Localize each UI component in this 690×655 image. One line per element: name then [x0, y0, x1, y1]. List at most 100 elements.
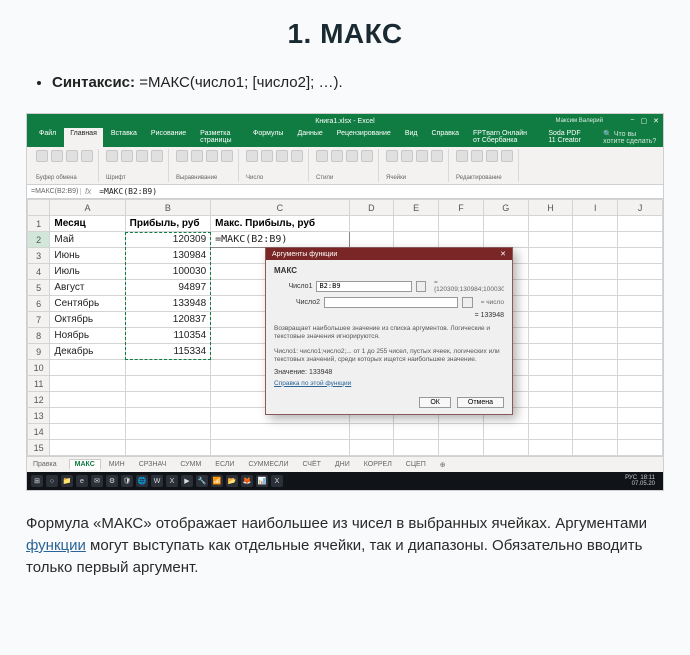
cell[interactable]	[439, 424, 484, 440]
ribbon-button[interactable]	[386, 150, 398, 162]
row-header[interactable]: 10	[28, 360, 50, 376]
cell[interactable]	[349, 216, 394, 232]
cell[interactable]	[528, 216, 573, 232]
row-header[interactable]: 8	[28, 328, 50, 344]
row-header[interactable]: 11	[28, 376, 50, 392]
row-header[interactable]: 3	[28, 248, 50, 264]
dialog-help-link[interactable]: Справка по этой функции	[274, 380, 351, 387]
cell[interactable]	[125, 376, 210, 392]
cell[interactable]	[528, 360, 573, 376]
cell[interactable]: =МАКС(B2:B9)	[211, 232, 349, 248]
ribbon-tab[interactable]: Файл	[33, 128, 62, 147]
cell[interactable]	[573, 376, 618, 392]
taskbar-app-icon[interactable]: ⊞	[31, 475, 43, 487]
cell[interactable]	[50, 440, 125, 456]
ribbon-button[interactable]	[501, 150, 513, 162]
maximize-icon[interactable]: ▢	[641, 117, 648, 125]
ribbon-tab[interactable]: Soda PDF 11 Creator	[542, 128, 595, 147]
cell[interactable]	[439, 440, 484, 456]
ribbon-button[interactable]	[401, 150, 413, 162]
worksheet-grid[interactable]: ABCDEFGHIJ1МесяцПрибыль, рубМакс. Прибыл…	[27, 199, 663, 456]
arg1-range-picker[interactable]	[416, 281, 426, 292]
ribbon-button[interactable]	[431, 150, 443, 162]
cell[interactable]	[618, 248, 663, 264]
column-header[interactable]: G	[483, 200, 528, 216]
dialog-close-icon[interactable]: ✕	[500, 250, 506, 258]
cell[interactable]	[528, 280, 573, 296]
cell[interactable]	[125, 408, 210, 424]
ribbon-button[interactable]	[151, 150, 163, 162]
taskbar-app-icon[interactable]: 🦊	[241, 475, 253, 487]
ribbon-button[interactable]	[36, 150, 48, 162]
taskbar-app-icon[interactable]: e	[76, 475, 88, 487]
ribbon-button[interactable]	[346, 150, 358, 162]
cell[interactable]	[573, 408, 618, 424]
ribbon-tab[interactable]: Рецензирование	[331, 128, 397, 147]
sheet-tab[interactable]: СРЗНАЧ	[133, 459, 173, 470]
cell[interactable]: Июнь	[50, 248, 125, 264]
column-header[interactable]: E	[394, 200, 439, 216]
ribbon-tab[interactable]: Данные	[291, 128, 328, 147]
ribbon-button[interactable]	[246, 150, 258, 162]
cell[interactable]: 133948	[125, 296, 210, 312]
cell[interactable]	[50, 360, 125, 376]
sheet-tab[interactable]: СУММЕСЛИ	[242, 459, 294, 470]
cell[interactable]	[528, 392, 573, 408]
ribbon-button[interactable]	[206, 150, 218, 162]
ribbon-button[interactable]	[261, 150, 273, 162]
cell[interactable]	[573, 424, 618, 440]
sheet-tab[interactable]: СУММ	[174, 459, 207, 470]
ribbon-button[interactable]	[316, 150, 328, 162]
arg2-range-picker[interactable]	[462, 297, 473, 308]
ribbon-tab[interactable]: Главная	[64, 128, 103, 147]
cell[interactable]: Июль	[50, 264, 125, 280]
cell[interactable]	[349, 424, 394, 440]
close-icon[interactable]: ✕	[653, 117, 659, 125]
cell[interactable]	[211, 424, 349, 440]
cell[interactable]	[483, 232, 528, 248]
ribbon-button[interactable]	[456, 150, 468, 162]
cell[interactable]	[618, 408, 663, 424]
ribbon-button[interactable]	[471, 150, 483, 162]
cell[interactable]	[618, 296, 663, 312]
sheet-tab[interactable]: ЕСЛИ	[209, 459, 240, 470]
ribbon-button[interactable]	[416, 150, 428, 162]
ribbon-button[interactable]	[276, 150, 288, 162]
column-header[interactable]: F	[439, 200, 484, 216]
cell[interactable]: 130984	[125, 248, 210, 264]
cell[interactable]	[573, 232, 618, 248]
cell[interactable]	[349, 232, 394, 248]
cell[interactable]	[573, 328, 618, 344]
cell[interactable]	[528, 296, 573, 312]
ribbon-button[interactable]	[361, 150, 373, 162]
ribbon-button[interactable]	[221, 150, 233, 162]
cell[interactable]	[618, 360, 663, 376]
row-header[interactable]: 14	[28, 424, 50, 440]
minimize-icon[interactable]: −	[630, 117, 634, 125]
cell[interactable]	[618, 344, 663, 360]
cell[interactable]	[528, 232, 573, 248]
cell[interactable]	[483, 440, 528, 456]
cell[interactable]	[50, 376, 125, 392]
row-header[interactable]: 5	[28, 280, 50, 296]
cell[interactable]: 100030	[125, 264, 210, 280]
cell[interactable]	[125, 424, 210, 440]
column-header[interactable]: I	[573, 200, 618, 216]
cell[interactable]: Декабрь	[50, 344, 125, 360]
tell-me-search[interactable]: 🔍 Что вы хотите сделать?	[597, 128, 663, 147]
cell[interactable]	[573, 344, 618, 360]
sheet-tab[interactable]: СЧЁТ	[296, 459, 326, 470]
ribbon-tab[interactable]: Рисование	[145, 128, 192, 147]
cell[interactable]	[528, 408, 573, 424]
cell[interactable]	[573, 216, 618, 232]
body-link-function[interactable]: функции	[26, 537, 86, 554]
cell[interactable]	[618, 312, 663, 328]
arg2-input[interactable]	[324, 297, 458, 308]
column-header[interactable]: C	[211, 200, 349, 216]
ribbon-button[interactable]	[191, 150, 203, 162]
cell[interactable]	[618, 392, 663, 408]
cell[interactable]	[211, 440, 349, 456]
select-all-cell[interactable]	[28, 200, 50, 216]
cell[interactable]	[50, 392, 125, 408]
cell[interactable]: 115334	[125, 344, 210, 360]
